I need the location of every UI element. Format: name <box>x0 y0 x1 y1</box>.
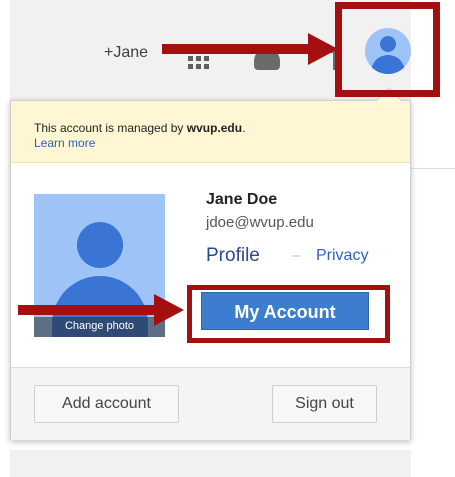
account-email: jdoe@wvup.edu <box>206 214 314 231</box>
change-photo-button[interactable]: Change photo <box>34 317 165 337</box>
account-dropdown-panel: This account is managed by wvup.edu. Lea… <box>10 100 411 440</box>
managed-notice-text: This account is managed by <box>34 121 187 135</box>
user-profile-link[interactable]: +Jane <box>104 44 148 62</box>
privacy-link[interactable]: Privacy <box>316 247 368 265</box>
change-photo-label: Change photo <box>64 320 135 332</box>
profile-photo[interactable]: Change photo <box>34 194 165 337</box>
background-strip <box>10 450 411 477</box>
highlight-box-my-account <box>187 285 390 343</box>
link-separator: – <box>292 247 301 264</box>
add-account-button[interactable]: Add account <box>34 385 179 423</box>
person-silhouette-icon <box>77 222 123 268</box>
managed-account-notice: This account is managed by wvup.edu. Lea… <box>11 101 410 163</box>
learn-more-link[interactable]: Learn more <box>34 136 95 150</box>
managed-domain: wvup.edu <box>186 121 243 135</box>
sign-out-button[interactable]: Sign out <box>272 385 377 423</box>
apps-grid-icon[interactable] <box>188 56 210 70</box>
divider <box>411 168 455 169</box>
arrow-head-icon <box>154 294 184 326</box>
account-name: Jane Doe <box>206 191 278 208</box>
annotation-arrow-avatar <box>162 44 312 54</box>
profile-link[interactable]: Profile <box>206 245 260 267</box>
highlight-box-avatar <box>335 2 440 97</box>
annotation-arrow-my-account <box>18 305 158 315</box>
arrow-head-icon <box>308 33 338 65</box>
